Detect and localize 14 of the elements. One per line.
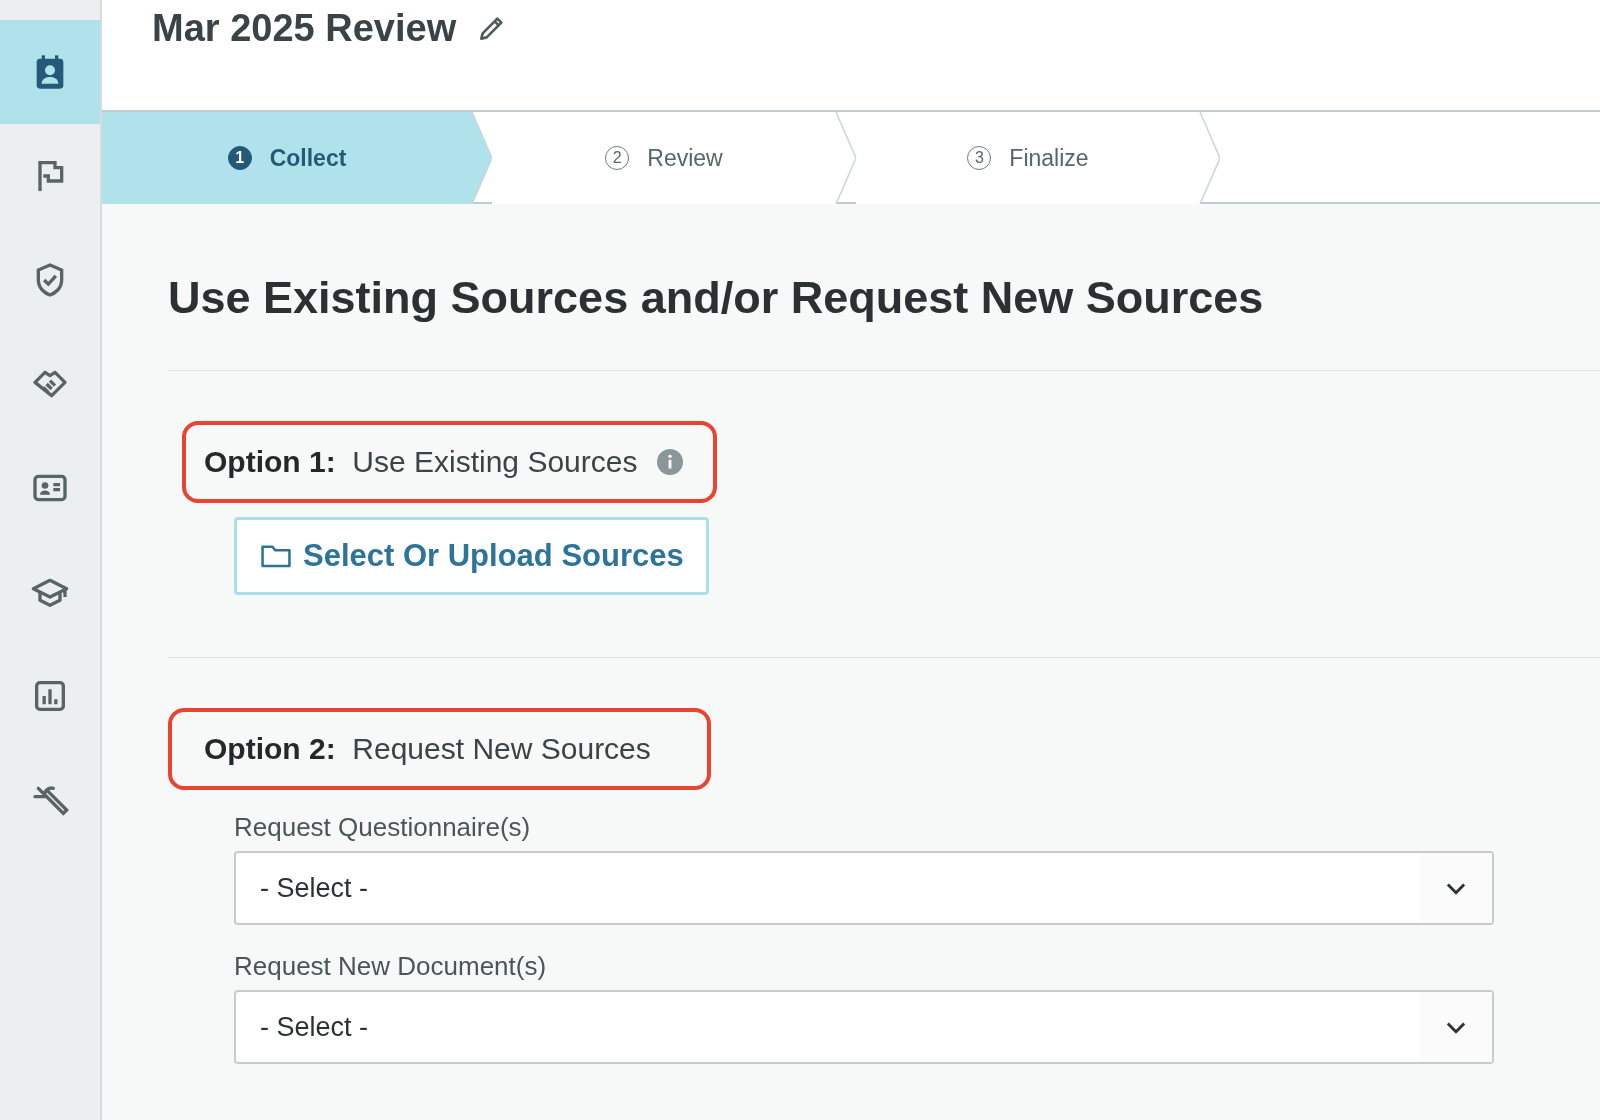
dropdown-field[interactable]: - Select - bbox=[234, 990, 1494, 1064]
section-heading: Use Existing Sources and/or Request New Sources bbox=[168, 272, 1265, 324]
field-label: Request New Document(s) bbox=[234, 951, 548, 982]
option-heading: Option 2: Request New Sources bbox=[204, 732, 651, 766]
step-tab[interactable]: 1 Collect bbox=[102, 112, 492, 204]
step-tab[interactable]: 2 Review bbox=[492, 112, 856, 204]
select-upload-button[interactable]: Select Or Upload Sources bbox=[234, 517, 709, 595]
field-label: Request Questionnaire(s) bbox=[234, 812, 532, 843]
info-icon[interactable] bbox=[657, 449, 684, 475]
page-title: Mar 2025 Review bbox=[152, 6, 457, 51]
option-heading: Option 1: Use Existing Sources bbox=[204, 445, 638, 479]
sidebar-item[interactable] bbox=[0, 20, 100, 124]
step-tab[interactable]: 3 Finalize bbox=[856, 112, 1220, 204]
dropdown-field[interactable]: - Select - bbox=[234, 851, 1494, 925]
